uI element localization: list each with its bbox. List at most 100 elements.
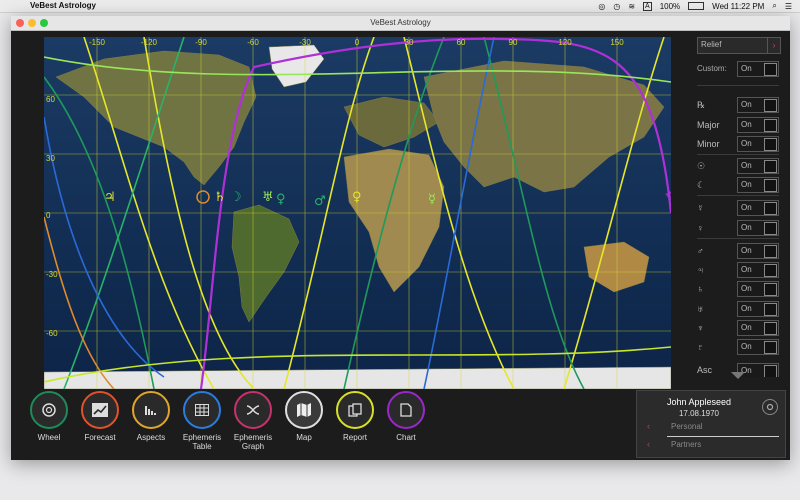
wheel-button[interactable]: Wheel xyxy=(24,391,74,442)
relief-select-value: Relief xyxy=(701,40,722,49)
lon-tick: 60 xyxy=(457,38,466,47)
tab-partners[interactable]: ‹ Partners xyxy=(637,438,779,452)
mars-toggle[interactable]: On xyxy=(737,243,779,259)
row-neptune: ♆ On xyxy=(697,320,779,336)
major-toggle[interactable]: On xyxy=(737,117,779,133)
lat-tick: 30 xyxy=(46,154,55,163)
notification-center-icon[interactable]: ☰ xyxy=(785,2,792,11)
lat-tick: 60 xyxy=(46,95,55,104)
battery-icon[interactable] xyxy=(688,2,705,10)
input-source[interactable]: A xyxy=(643,1,652,11)
map-label: Map xyxy=(296,433,312,442)
venus-toggle[interactable]: On xyxy=(737,220,779,236)
retrograde-toggle[interactable]: On xyxy=(737,97,779,113)
aspects-button[interactable]: Aspects xyxy=(126,391,176,442)
jupiter-toggle[interactable]: On xyxy=(737,262,779,278)
checkbox[interactable] xyxy=(764,264,777,277)
custom-toggle[interactable]: On xyxy=(737,61,779,77)
profile-name: John Appleseed xyxy=(666,397,732,407)
lon-tick: -120 xyxy=(141,38,158,47)
mercury-icon: ☿ xyxy=(697,203,704,213)
saturn-toggle[interactable]: On xyxy=(737,281,779,297)
lon-tick: 30 xyxy=(405,38,414,47)
report-button[interactable]: Report xyxy=(330,391,380,442)
row-jupiter: ♃ On xyxy=(697,262,779,278)
table-icon xyxy=(183,391,221,429)
ephemeris-table-button[interactable]: Ephemeris Table xyxy=(177,391,227,451)
ephemeris-graph-label: Ephemeris Graph xyxy=(233,433,273,451)
checkbox[interactable] xyxy=(764,119,777,132)
planet-glyph: ♅ xyxy=(262,190,274,205)
checkbox[interactable] xyxy=(764,222,777,235)
ephemeris-graph-button[interactable]: Ephemeris Graph xyxy=(228,391,278,451)
checkbox[interactable] xyxy=(764,245,777,258)
lon-tick: 90 xyxy=(509,38,518,47)
jupiter-icon: ♃ xyxy=(697,265,704,275)
checkbox[interactable] xyxy=(764,341,777,354)
mars-icon: ♂ xyxy=(697,246,704,256)
toggle-text: On xyxy=(741,265,752,274)
divider xyxy=(697,85,779,86)
pluto-icon: ♇ xyxy=(697,342,704,352)
saturn-icon: ♄ xyxy=(697,284,704,294)
checkbox[interactable] xyxy=(764,365,777,377)
menu-bar: VeBest Astrology ◎ ◷ ≋ A 100% Wed 11:22 … xyxy=(0,0,800,13)
checkbox[interactable] xyxy=(764,63,777,76)
chevron-right-icon[interactable]: › xyxy=(767,38,780,53)
checkbox[interactable] xyxy=(764,202,777,215)
lat-tick: -30 xyxy=(46,270,58,279)
planet-glyph: ♀ xyxy=(352,190,362,205)
sun-toggle[interactable]: On xyxy=(737,158,779,174)
spotlight-icon[interactable]: ⌕ xyxy=(772,1,776,11)
astrocartography-map[interactable]: -150 -120 -90 -60 -30 0 30 60 90 120 150… xyxy=(44,37,671,389)
checkbox[interactable] xyxy=(764,179,777,192)
clock[interactable]: Wed 11:22 PM xyxy=(712,2,764,11)
checkbox[interactable] xyxy=(764,283,777,296)
bottom-toolbar: Wheel Forecast Aspects Ephemeris Table E… xyxy=(11,391,631,460)
chart-button[interactable]: Chart xyxy=(381,391,431,442)
uranus-icon: ♅ xyxy=(697,304,704,314)
planet-glyph: ♄ xyxy=(214,190,226,205)
checkbox[interactable] xyxy=(764,322,777,335)
wifi-icon[interactable]: ≋ xyxy=(628,2,635,11)
tab-personal-label: Personal xyxy=(671,422,703,431)
map-button[interactable]: Map xyxy=(279,391,329,442)
uranus-toggle[interactable]: On xyxy=(737,301,779,317)
status-icon[interactable]: ◎ xyxy=(598,2,605,11)
checkbox[interactable] xyxy=(764,303,777,316)
documents-icon xyxy=(336,391,374,429)
checkbox[interactable] xyxy=(764,99,777,112)
lat-tick: -60 xyxy=(46,329,58,338)
checkbox[interactable] xyxy=(764,138,777,151)
mercury-toggle[interactable]: On xyxy=(737,200,779,216)
map-icon xyxy=(285,391,323,429)
scroll-down-icon[interactable] xyxy=(731,372,745,379)
checkbox[interactable] xyxy=(764,160,777,173)
chevron-left-icon: ‹ xyxy=(647,421,650,431)
pluto-toggle[interactable]: On xyxy=(737,339,779,355)
toggle-text: On xyxy=(741,342,752,351)
toggle-text: On xyxy=(741,304,752,313)
app-menu[interactable]: VeBest Astrology xyxy=(30,1,96,10)
window-title: VeBest Astrology xyxy=(370,18,431,27)
moon-toggle[interactable]: On xyxy=(737,177,779,193)
row-minor: Minor On xyxy=(697,136,779,152)
forecast-button[interactable]: Forecast xyxy=(75,391,125,442)
map-svg: -150 -120 -90 -60 -30 0 30 60 90 120 150… xyxy=(44,37,671,389)
timer-icon[interactable]: ◷ xyxy=(613,2,620,11)
divider xyxy=(697,195,779,196)
line-chart-icon xyxy=(81,391,119,429)
minor-toggle[interactable]: On xyxy=(737,136,779,152)
row-moon: ☾ On xyxy=(697,177,779,193)
gear-icon[interactable] xyxy=(762,399,778,415)
row-sun: ☉ On xyxy=(697,158,779,174)
lat-tick: 0 xyxy=(46,211,51,220)
tab-personal[interactable]: ‹ Personal xyxy=(637,420,779,434)
app-window: VeBest Astrology -150 -120 -90 -60 -30 0… xyxy=(11,16,790,460)
wheel-label: Wheel xyxy=(37,433,61,442)
relief-select[interactable]: Relief › xyxy=(697,37,781,54)
lon-tick: -30 xyxy=(299,38,311,47)
neptune-toggle[interactable]: On xyxy=(737,320,779,336)
toggle-text: On xyxy=(741,284,752,293)
row-pluto: ♇ On xyxy=(697,339,779,355)
